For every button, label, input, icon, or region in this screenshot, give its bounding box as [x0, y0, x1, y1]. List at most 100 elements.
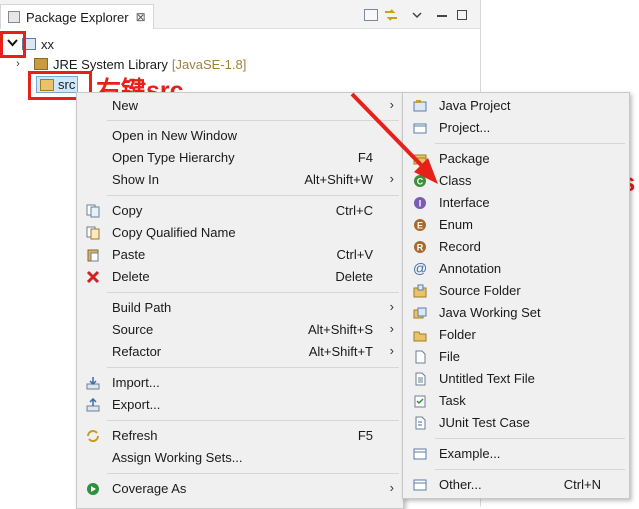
- submenu-item-folder[interactable]: Folder: [403, 324, 629, 346]
- record-icon: R: [413, 240, 427, 254]
- annotation-icon: @: [413, 260, 428, 276]
- menu-label: Interface: [439, 195, 490, 210]
- annotation-box-expand: [0, 31, 26, 58]
- chevron-right-icon: ›: [389, 480, 394, 495]
- package-explorer-icon: [8, 11, 20, 23]
- svg-text:R: R: [417, 243, 424, 253]
- menu-shortcut: Delete: [335, 269, 373, 284]
- submenu-item-other[interactable]: Other... Ctrl+N: [403, 474, 629, 496]
- submenu-item-record[interactable]: R Record: [403, 236, 629, 258]
- menu-shortcut: Alt+Shift+S: [307, 322, 373, 337]
- menu-separator: [435, 438, 625, 439]
- refresh-icon: [86, 429, 100, 443]
- submenu-item-file[interactable]: File: [403, 346, 629, 368]
- source-folder-icon: [413, 284, 427, 298]
- link-with-editor-icon[interactable]: [383, 8, 399, 22]
- menu-label: Import...: [112, 375, 160, 390]
- menu-item-build-path[interactable]: Build Path ›: [77, 297, 403, 319]
- menu-label: Source: [112, 322, 154, 337]
- project-name: xx: [41, 36, 54, 52]
- menu-label: Untitled Text File: [439, 371, 535, 386]
- menu-item-import[interactable]: Import...: [77, 372, 403, 394]
- submenu-item-enum[interactable]: E Enum: [403, 214, 629, 236]
- menu-label: Assign Working Sets...: [112, 450, 243, 465]
- menu-item-paste[interactable]: Paste Ctrl+V: [77, 244, 403, 266]
- other-wizard-icon: [413, 478, 427, 492]
- paste-icon: [86, 248, 100, 262]
- package-explorer-tab[interactable]: Package Explorer ⊠: [0, 4, 154, 29]
- menu-label: Copy: [112, 203, 143, 218]
- menu-label: Export...: [112, 397, 161, 412]
- submenu-item-example[interactable]: Example...: [403, 443, 629, 465]
- chevron-right-icon: ›: [389, 343, 394, 358]
- delete-icon: [86, 270, 100, 284]
- tab-label: Package Explorer: [26, 9, 129, 25]
- menu-separator: [107, 292, 399, 293]
- close-icon[interactable]: ⊠: [136, 10, 146, 24]
- menu-item-export[interactable]: Export...: [77, 394, 403, 416]
- menu-item-refactor[interactable]: Refactor Alt+Shift+T ›: [77, 341, 403, 363]
- submenu-item-junit-test-case[interactable]: JUnit Test Case: [403, 412, 629, 434]
- menu-item-copy-qualified-name[interactable]: Copy Qualified Name: [77, 222, 403, 244]
- minimize-icon[interactable]: [437, 15, 447, 17]
- menu-item-delete[interactable]: Delete Delete: [77, 266, 403, 288]
- enum-icon: E: [413, 218, 427, 232]
- menu-label: Folder: [439, 327, 476, 342]
- menu-label: Task: [439, 393, 466, 408]
- menu-label: Java Working Set: [439, 305, 541, 320]
- submenu-item-task[interactable]: Task: [403, 390, 629, 412]
- text-file-icon: [413, 372, 427, 386]
- menu-separator: [435, 143, 625, 144]
- folder-icon: [413, 328, 427, 342]
- menu-label: Delete: [112, 269, 150, 284]
- file-icon: [413, 350, 427, 364]
- submenu-item-java-working-set[interactable]: Java Working Set: [403, 302, 629, 324]
- example-icon: [413, 447, 427, 461]
- export-icon: [86, 397, 100, 412]
- menu-item-copy[interactable]: Copy Ctrl+C: [77, 200, 403, 222]
- svg-text:I: I: [419, 199, 422, 209]
- menu-separator: [107, 367, 399, 368]
- menu-item-coverage-as[interactable]: Coverage As ›: [77, 478, 403, 500]
- copy-icon: [86, 204, 100, 218]
- menu-shortcut: Alt+Shift+T: [308, 344, 373, 359]
- menu-separator: [435, 469, 625, 470]
- menu-label: Example...: [439, 446, 501, 461]
- collapse-all-icon[interactable]: [364, 9, 378, 21]
- jre-name: JRE System Library: [53, 56, 168, 72]
- menu-shortcut: Ctrl+C: [335, 203, 373, 218]
- menu-label: Copy Qualified Name: [112, 225, 236, 240]
- chevron-right-icon: ›: [389, 321, 394, 336]
- chevron-right-icon: ›: [389, 299, 394, 314]
- maximize-icon[interactable]: [457, 10, 467, 20]
- menu-item-assign-working-sets[interactable]: Assign Working Sets...: [77, 447, 403, 469]
- menu-label: Open in New Window: [112, 128, 237, 143]
- menu-item-source[interactable]: Source Alt+Shift+S ›: [77, 319, 403, 341]
- menu-label: Open Type Hierarchy: [112, 150, 235, 165]
- menu-separator: [107, 473, 399, 474]
- annotation-arrow: [350, 92, 438, 184]
- menu-shortcut: Ctrl+V: [336, 247, 373, 262]
- menu-item-refresh[interactable]: Refresh F5: [77, 425, 403, 447]
- menu-shortcut: Ctrl+N: [563, 477, 601, 492]
- menu-label: Source Folder: [439, 283, 521, 298]
- menu-label: Enum: [439, 217, 473, 232]
- menu-label: Refactor: [112, 344, 162, 359]
- menu-label: Paste: [112, 247, 146, 262]
- menu-separator: [107, 420, 399, 421]
- menu-shortcut: F5: [357, 428, 373, 443]
- view-tab-bar: Package Explorer ⊠: [0, 0, 480, 29]
- menu-label: New: [112, 98, 139, 113]
- chevron-right-icon[interactable]: ›: [12, 58, 24, 70]
- svg-text:E: E: [417, 221, 423, 231]
- junit-icon: [413, 416, 427, 430]
- submenu-item-source-folder[interactable]: Source Folder: [403, 280, 629, 302]
- view-menu-icon[interactable]: [411, 9, 423, 21]
- menu-label: Coverage As: [112, 481, 187, 496]
- menu-label: Other...: [439, 477, 482, 492]
- menu-label: Build Path: [112, 300, 172, 315]
- submenu-item-untitled-text-file[interactable]: Untitled Text File: [403, 368, 629, 390]
- copy-qualified-icon: [86, 226, 100, 240]
- submenu-item-annotation[interactable]: @ Annotation: [403, 258, 629, 280]
- menu-label: File: [439, 349, 460, 364]
